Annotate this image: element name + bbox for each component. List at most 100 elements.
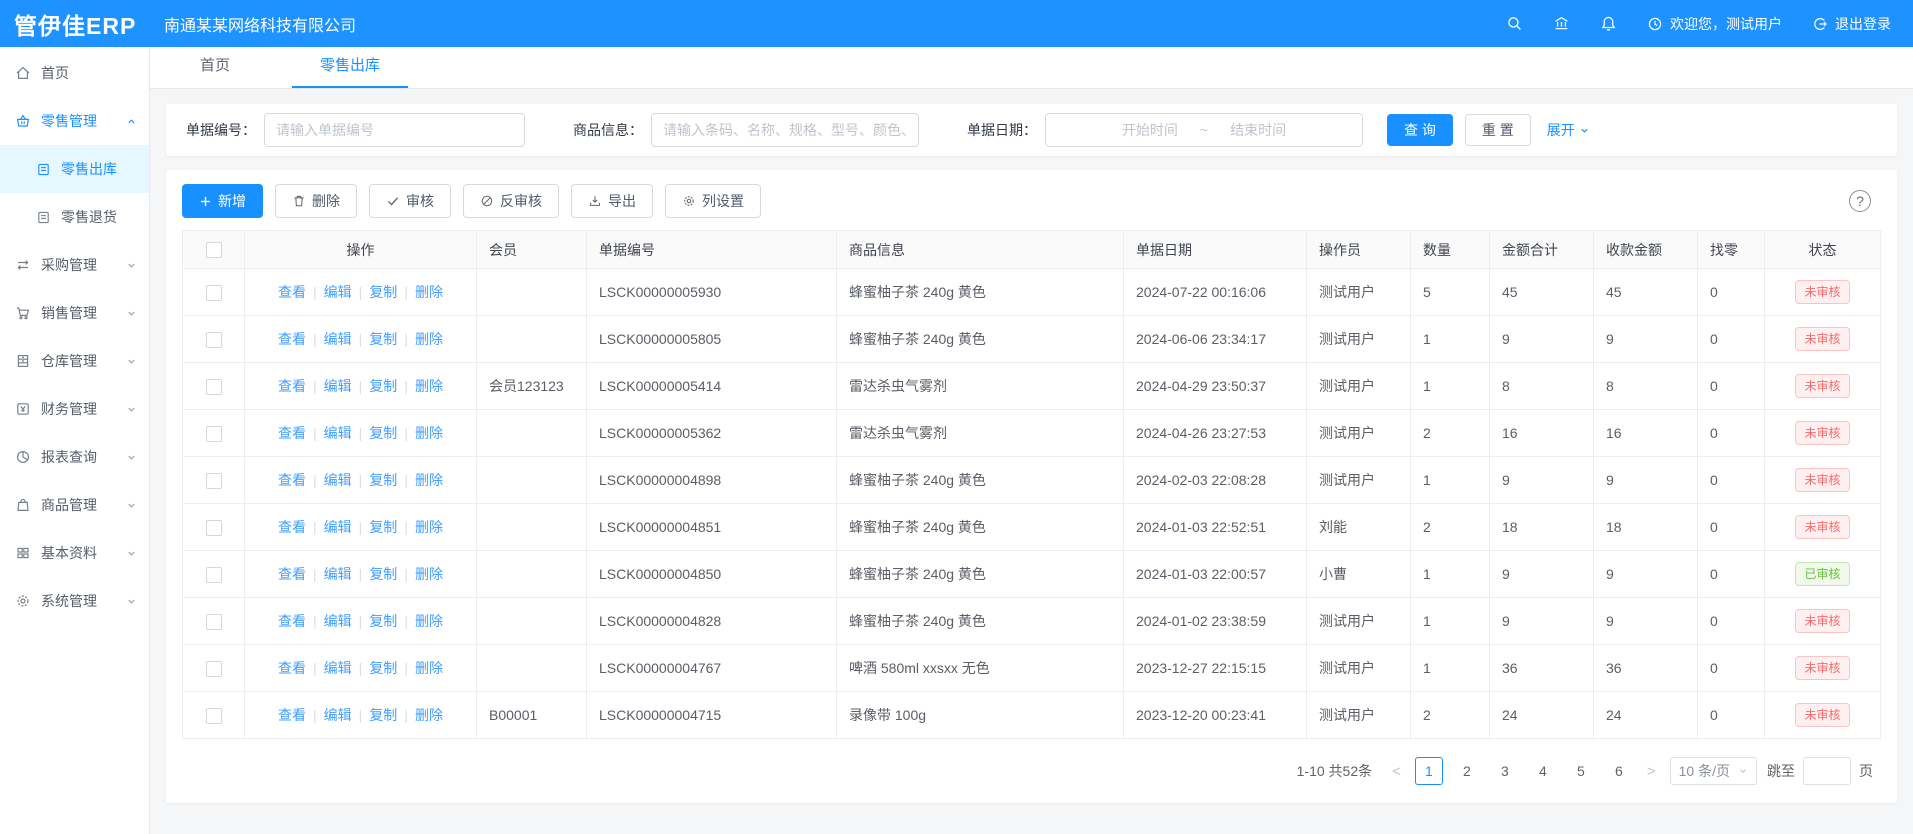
sidebar-item-retail-outbound[interactable]: 零售出库 <box>0 145 149 193</box>
tab-home[interactable]: 首页 <box>190 54 240 88</box>
sidebar-item-retail-return[interactable]: 零售退货 <box>0 193 149 241</box>
date-range-input[interactable]: 开始时间 ~ 结束时间 <box>1045 113 1363 147</box>
action-copy[interactable]: 复制 <box>369 331 397 347</box>
action-view[interactable]: 查看 <box>278 707 306 723</box>
next-page-arrow[interactable]: > <box>1643 763 1660 780</box>
sidebar-item-purchase-management[interactable]: 采购管理 <box>0 241 149 289</box>
row-checkbox[interactable] <box>206 708 222 724</box>
action-delete[interactable]: 删除 <box>415 425 443 441</box>
search-button[interactable]: 查 询 <box>1387 114 1453 146</box>
row-checkbox[interactable] <box>206 285 222 301</box>
bill-no-input[interactable] <box>264 113 525 147</box>
action-edit[interactable]: 编辑 <box>324 284 352 300</box>
cell-change: 0 <box>1698 363 1765 410</box>
sidebar-item-system-management[interactable]: 系统管理 <box>0 577 149 625</box>
unaudit-button[interactable]: 反审核 <box>463 184 559 218</box>
product-info-input[interactable] <box>651 113 919 147</box>
action-view[interactable]: 查看 <box>278 613 306 629</box>
expand-link[interactable]: 展开 <box>1547 120 1590 140</box>
action-copy[interactable]: 复制 <box>369 707 397 723</box>
cell-change: 0 <box>1698 269 1765 316</box>
action-view[interactable]: 查看 <box>278 378 306 394</box>
add-button[interactable]: 新增 <box>182 184 263 218</box>
action-copy[interactable]: 复制 <box>369 660 397 676</box>
pagination: 1-10 共52条 < 1 2 3 4 5 6 > 10 条/页 跳至 页 <box>182 739 1881 789</box>
row-checkbox[interactable] <box>206 661 222 677</box>
action-view[interactable]: 查看 <box>278 425 306 441</box>
page-number-5[interactable]: 5 <box>1567 757 1595 785</box>
page-number-6[interactable]: 6 <box>1605 757 1633 785</box>
sidebar-item-finance-management[interactable]: 财务管理 <box>0 385 149 433</box>
action-edit[interactable]: 编辑 <box>324 425 352 441</box>
action-delete[interactable]: 删除 <box>415 707 443 723</box>
sidebar-item-sales-management[interactable]: 销售管理 <box>0 289 149 337</box>
sidebar-item-label: 基本资料 <box>41 543 97 563</box>
row-actions: 查看|编辑|复制|删除 <box>245 457 477 504</box>
action-delete[interactable]: 删除 <box>415 331 443 347</box>
help-icon[interactable]: ? <box>1849 190 1871 212</box>
page-number-2[interactable]: 2 <box>1453 757 1481 785</box>
action-view[interactable]: 查看 <box>278 331 306 347</box>
action-edit[interactable]: 编辑 <box>324 613 352 629</box>
action-edit[interactable]: 编辑 <box>324 660 352 676</box>
delete-button[interactable]: 删除 <box>275 184 357 218</box>
action-delete[interactable]: 删除 <box>415 660 443 676</box>
sidebar-item-report-query[interactable]: 报表查询 <box>0 433 149 481</box>
action-delete[interactable]: 删除 <box>415 472 443 488</box>
bank-icon[interactable] <box>1553 15 1570 32</box>
action-edit[interactable]: 编辑 <box>324 519 352 535</box>
bell-icon[interactable] <box>1600 15 1617 32</box>
finance-icon <box>15 401 31 417</box>
row-checkbox[interactable] <box>206 473 222 489</box>
audit-button[interactable]: 审核 <box>369 184 451 218</box>
action-copy[interactable]: 复制 <box>369 472 397 488</box>
page-number-3[interactable]: 3 <box>1491 757 1519 785</box>
action-copy[interactable]: 复制 <box>369 566 397 582</box>
select-all-checkbox[interactable] <box>206 242 222 258</box>
row-checkbox[interactable] <box>206 332 222 348</box>
row-checkbox[interactable] <box>206 567 222 583</box>
tab-retail-outbound[interactable]: 零售出库 <box>292 54 408 88</box>
sidebar-item-home[interactable]: 首页 <box>0 49 149 97</box>
page-number-1[interactable]: 1 <box>1415 757 1443 785</box>
action-copy[interactable]: 复制 <box>369 378 397 394</box>
action-copy[interactable]: 复制 <box>369 284 397 300</box>
action-edit[interactable]: 编辑 <box>324 378 352 394</box>
action-delete[interactable]: 删除 <box>415 566 443 582</box>
action-delete[interactable]: 删除 <box>415 519 443 535</box>
action-edit[interactable]: 编辑 <box>324 472 352 488</box>
row-checkbox[interactable] <box>206 426 222 442</box>
action-view[interactable]: 查看 <box>278 284 306 300</box>
action-copy[interactable]: 复制 <box>369 425 397 441</box>
row-checkbox[interactable] <box>206 614 222 630</box>
page-number-4[interactable]: 4 <box>1529 757 1557 785</box>
row-checkbox[interactable] <box>206 379 222 395</box>
action-delete[interactable]: 删除 <box>415 613 443 629</box>
action-view[interactable]: 查看 <box>278 566 306 582</box>
jump-to-input[interactable] <box>1803 757 1851 785</box>
export-button[interactable]: 导出 <box>571 184 653 218</box>
action-edit[interactable]: 编辑 <box>324 707 352 723</box>
sidebar-item-basic-data[interactable]: 基本资料 <box>0 529 149 577</box>
action-view[interactable]: 查看 <box>278 472 306 488</box>
action-delete[interactable]: 删除 <box>415 284 443 300</box>
action-edit[interactable]: 编辑 <box>324 331 352 347</box>
search-icon[interactable] <box>1506 15 1523 32</box>
row-checkbox[interactable] <box>206 520 222 536</box>
sidebar-item-goods-management[interactable]: 商品管理 <box>0 481 149 529</box>
action-view[interactable]: 查看 <box>278 660 306 676</box>
action-copy[interactable]: 复制 <box>369 519 397 535</box>
prev-page-arrow[interactable]: < <box>1388 763 1405 780</box>
action-delete[interactable]: 删除 <box>415 378 443 394</box>
column-settings-button[interactable]: 列设置 <box>665 184 761 218</box>
welcome-user[interactable]: 欢迎您，测试用户 <box>1647 14 1782 34</box>
sidebar-item-retail-management[interactable]: 零售管理 <box>0 97 149 145</box>
sidebar-item-warehouse-management[interactable]: 仓库管理 <box>0 337 149 385</box>
page-size-select[interactable]: 10 条/页 <box>1670 757 1757 785</box>
reset-button[interactable]: 重 置 <box>1465 114 1531 146</box>
cell-bill-no: LSCK00000004851 <box>587 504 837 551</box>
logout-button[interactable]: 退出登录 <box>1812 14 1891 34</box>
action-view[interactable]: 查看 <box>278 519 306 535</box>
action-copy[interactable]: 复制 <box>369 613 397 629</box>
action-edit[interactable]: 编辑 <box>324 566 352 582</box>
